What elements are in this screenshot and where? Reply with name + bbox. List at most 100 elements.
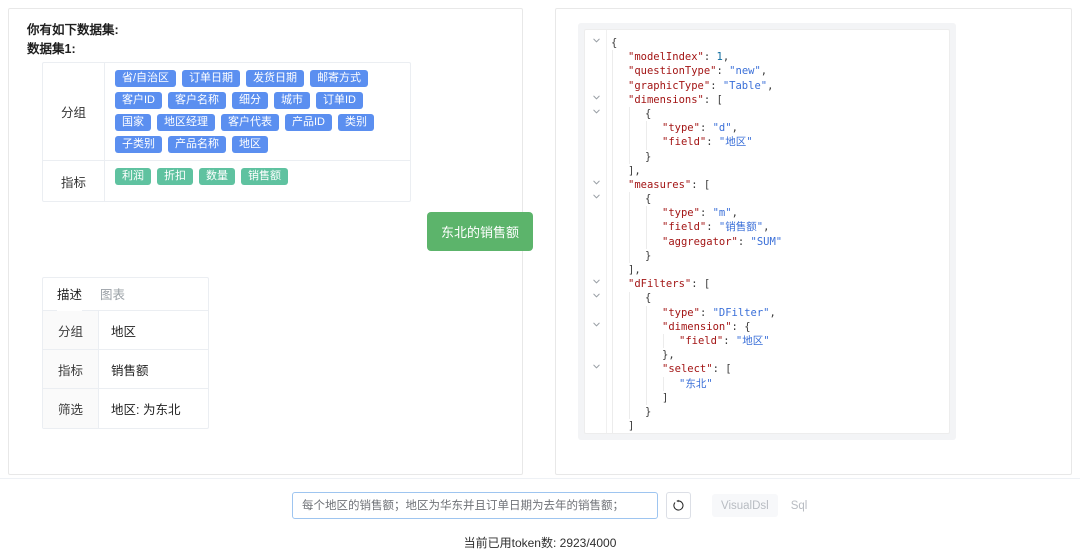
result-row-value: 地区 bbox=[111, 324, 137, 339]
code-line-text: "questionType": "new", bbox=[628, 65, 768, 78]
measure-tag[interactable]: 数量 bbox=[199, 168, 235, 185]
code-viewer-frame: { "modelIndex": 1, "questionType": "new", "… bbox=[578, 23, 956, 440]
dimension-tag[interactable]: 省/自治区 bbox=[115, 70, 177, 87]
indent-guide bbox=[646, 206, 647, 249]
code-line: "measures": [ bbox=[585, 178, 949, 192]
code-viewer[interactable]: { "modelIndex": 1, "questionType": "new", "… bbox=[584, 29, 950, 434]
dimension-tag[interactable]: 国家 bbox=[115, 114, 151, 131]
result-tabs: 描述 图表 bbox=[43, 278, 208, 311]
dimension-tag-list: 省/自治区 订单日期 发货日期 邮寄方式客户ID 客户名称 细分 城市 订单ID 国家 地区经理客… bbox=[105, 63, 410, 160]
dimension-tag[interactable]: 客户名称 bbox=[168, 92, 226, 109]
dimension-tag[interactable]: 子类别 bbox=[115, 136, 162, 153]
code-line-list: { "modelIndex": 1, "questionType": "new", "… bbox=[585, 36, 949, 434]
result-card: 描述 图表 分组 地区 指标 销售额 筛选 地区: 为东北 bbox=[42, 277, 209, 429]
code-line: "select": [ bbox=[585, 362, 949, 376]
measure-row-header: 指标 bbox=[43, 161, 105, 201]
dimension-tag[interactable]: 客户代表 bbox=[221, 114, 279, 131]
dataset-field-table: 分组 省/自治区 订单日期 发货日期 邮寄方式 客户ID 客户名称 细分 城市 订单ID 国家 地区… bbox=[42, 62, 411, 202]
result-tab[interactable]: 图表 bbox=[100, 284, 125, 310]
code-line: "dimensions": [ bbox=[585, 93, 949, 107]
code-line-text: "dimensions": [ bbox=[628, 93, 723, 106]
chevron-down-icon[interactable] bbox=[585, 93, 607, 107]
dimension-tag[interactable]: 产品ID bbox=[285, 114, 332, 131]
code-line: "dimension": { bbox=[585, 320, 949, 334]
code-line: ], bbox=[585, 263, 949, 277]
intro-text: 你有如下数据集: bbox=[27, 23, 119, 37]
code-line: "aggregator": "SUM" bbox=[585, 235, 949, 249]
result-row: 分组 地区 bbox=[43, 311, 208, 350]
measure-tag[interactable]: 折扣 bbox=[157, 168, 193, 185]
code-line: { bbox=[585, 107, 949, 121]
code-line-text: "field": "地区" bbox=[679, 334, 770, 347]
code-line-text: ] bbox=[662, 391, 669, 404]
dimension-tag[interactable]: 订单ID bbox=[316, 92, 363, 109]
chevron-down-icon[interactable] bbox=[585, 36, 607, 50]
refresh-button[interactable] bbox=[666, 492, 691, 519]
indent-guide bbox=[629, 291, 630, 420]
result-row: 指标 销售额 bbox=[43, 350, 208, 389]
code-line-text: "type": "DFilter", bbox=[662, 306, 776, 319]
indent-guide bbox=[646, 121, 647, 150]
dimension-tag[interactable]: 细分 bbox=[232, 92, 268, 109]
result-row-key: 筛选 bbox=[43, 389, 99, 428]
code-line-text: "type": "d", bbox=[662, 122, 738, 135]
indent-guide bbox=[629, 192, 630, 264]
dimension-tag[interactable]: 地区经理 bbox=[157, 114, 215, 131]
refresh-icon bbox=[673, 499, 684, 511]
code-line: "field": "销售额", bbox=[585, 220, 949, 234]
dimension-tag[interactable]: 发货日期 bbox=[246, 70, 305, 87]
dimension-tag[interactable]: 地区 bbox=[232, 136, 268, 153]
chevron-down-icon[interactable] bbox=[585, 178, 607, 192]
dsl-panel: { "modelIndex": 1, "questionType": "new", "… bbox=[555, 8, 1072, 475]
code-line: } bbox=[585, 150, 949, 164]
chevron-down-icon[interactable] bbox=[585, 362, 607, 376]
code-line: "type": "DFilter", bbox=[585, 306, 949, 320]
dimension-tag[interactable]: 客户ID bbox=[115, 92, 162, 109]
indent-guide bbox=[663, 334, 664, 349]
code-line: { bbox=[585, 291, 949, 305]
dimension-tag[interactable]: 订单日期 bbox=[182, 70, 241, 87]
code-line-text: "type": "m", bbox=[662, 207, 738, 220]
result-row: 筛选 地区: 为东北 bbox=[43, 389, 208, 428]
bottom-bar: VisualDslSql 当前已用token数: 2923/4000 bbox=[0, 478, 1080, 552]
mode-button-sql[interactable]: Sql bbox=[781, 494, 817, 517]
code-line: "dFilters": [ bbox=[585, 277, 949, 291]
measure-tag-list: 利润 折扣 数量 销售额 bbox=[105, 161, 410, 201]
dimension-tag[interactable]: 城市 bbox=[274, 92, 310, 109]
measure-row: 指标 利润 折扣 数量 销售额 bbox=[43, 161, 410, 201]
dimension-tag[interactable]: 产品名称 bbox=[168, 136, 226, 153]
code-line: ], bbox=[585, 164, 949, 178]
result-tab[interactable]: 描述 bbox=[57, 284, 83, 311]
app-root: 你有如下数据集: 数据集1: 分组 省/自治区 订单日期 发货日期 邮寄方式 客户ID 客… bbox=[0, 0, 1080, 552]
user-message-bubble: 东北的销售额 bbox=[427, 212, 534, 251]
measure-tag[interactable]: 销售额 bbox=[241, 168, 288, 185]
dimension-tag[interactable]: 类别 bbox=[338, 114, 374, 131]
code-line-text: } bbox=[607, 433, 617, 434]
result-row-value: 地区: 为东北 bbox=[111, 403, 181, 417]
indent-guide bbox=[646, 305, 647, 406]
result-row-key: 分组 bbox=[43, 311, 99, 349]
dimension-row: 分组 省/自治区 订单日期 发货日期 邮寄方式 客户ID 客户名称 细分 城市 订单ID 国家 地区… bbox=[43, 63, 410, 161]
code-line-text: "aggregator": "SUM" bbox=[662, 235, 783, 248]
mode-button-visualdsl[interactable]: VisualDsl bbox=[712, 494, 778, 517]
code-line: "modelIndex": 1, bbox=[585, 50, 949, 64]
code-line: "field": "地区" bbox=[585, 135, 949, 149]
code-line-text: "field": "销售额", bbox=[662, 221, 770, 234]
panels-row: 你有如下数据集: 数据集1: 分组 省/自治区 订单日期 发货日期 邮寄方式 客户ID 客… bbox=[0, 0, 1080, 478]
code-line: }, bbox=[585, 348, 949, 362]
result-row-key: 指标 bbox=[43, 350, 99, 388]
code-line-text: { bbox=[611, 37, 618, 49]
code-line: "type": "m", bbox=[585, 206, 949, 220]
question-input[interactable] bbox=[292, 492, 658, 519]
measure-tag[interactable]: 利润 bbox=[115, 168, 151, 185]
code-line-text: "modelIndex": 1, bbox=[628, 51, 730, 64]
mode-toggle-group: VisualDsl Sql bbox=[712, 492, 817, 519]
code-line: "questionType": "new", bbox=[585, 64, 949, 78]
chevron-down-icon[interactable] bbox=[585, 192, 607, 206]
dimension-tag[interactable]: 邮寄方式 bbox=[310, 70, 369, 87]
chevron-down-icon[interactable] bbox=[585, 107, 607, 121]
bottom-divider bbox=[0, 478, 1080, 479]
chevron-down-icon[interactable] bbox=[585, 277, 607, 291]
chevron-down-icon[interactable] bbox=[585, 291, 607, 305]
chevron-down-icon[interactable] bbox=[585, 320, 607, 334]
